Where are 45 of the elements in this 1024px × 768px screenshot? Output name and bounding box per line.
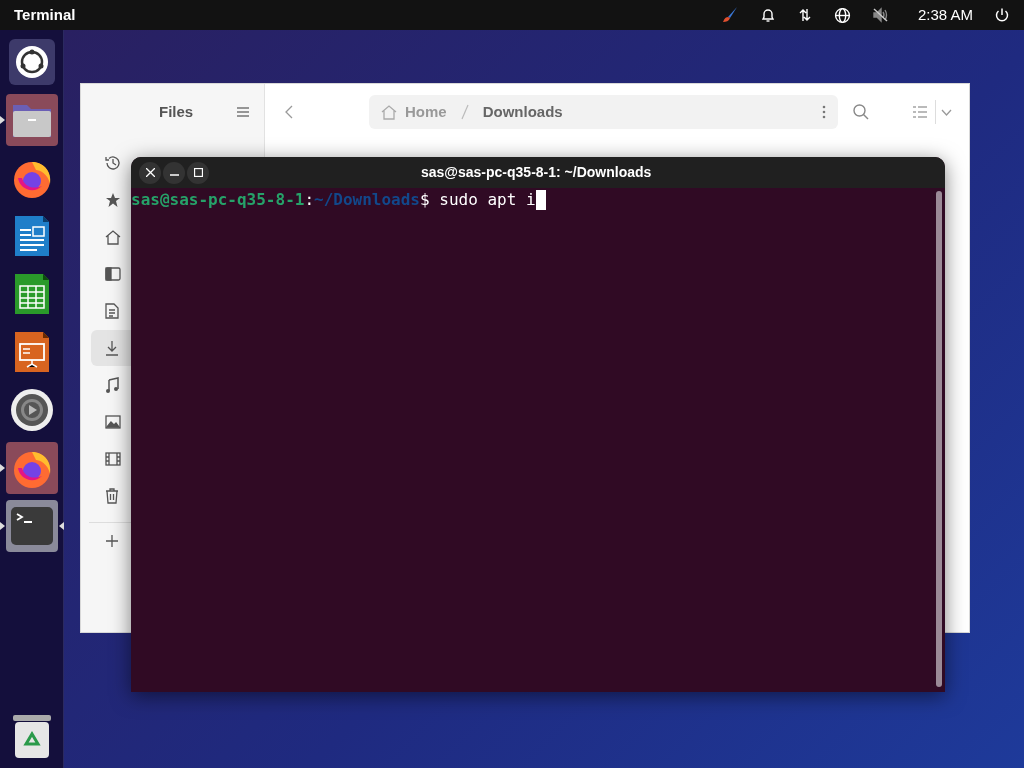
trash-icon: [105, 488, 119, 504]
back-icon[interactable]: [285, 105, 293, 119]
text-cursor: [535, 190, 546, 210]
music-note-icon: [105, 377, 119, 393]
slash-icon: [460, 104, 469, 120]
download-icon: [105, 340, 119, 356]
dock-item[interactable]: [5, 442, 58, 494]
globe-icon[interactable]: [833, 6, 851, 24]
app-name[interactable]: Terminal: [14, 3, 76, 27]
star-icon: [105, 192, 121, 208]
terminal-icon: [9, 506, 54, 546]
sidebar-item[interactable]: [91, 330, 131, 366]
bell-icon[interactable]: [759, 7, 776, 23]
power-icon[interactable]: [994, 7, 1010, 23]
gear-icon: [9, 388, 54, 432]
home-icon: [381, 104, 397, 120]
scrollbar[interactable]: [936, 191, 942, 687]
terminal-title: sas@sas-pc-q35-8-1: ~/Downloads: [421, 163, 652, 182]
minimize-button[interactable]: [163, 161, 185, 184]
more-icon[interactable]: [822, 105, 826, 119]
maximize-button[interactable]: [187, 161, 209, 184]
files-title: Files: [159, 101, 194, 122]
home-icon: [105, 229, 121, 245]
terminal-line: sas@sas-pc-q35-8-1:~/Downloads$ sudo apt i: [131, 188, 945, 210]
spreadsheet-icon: [12, 272, 51, 316]
ubuntu-logo-icon: [8, 39, 55, 85]
close-button[interactable]: [139, 161, 161, 184]
search-icon[interactable]: [853, 104, 869, 120]
dock-item[interactable]: [5, 94, 58, 146]
film-icon: [105, 452, 121, 466]
path-segment[interactable]: Downloads: [482, 100, 563, 124]
presentation-icon: [12, 330, 51, 374]
close-icon: [145, 168, 155, 177]
menu-icon[interactable]: [237, 107, 249, 117]
document-icon: [105, 303, 119, 319]
recycle-bin-icon[interactable]: [12, 714, 52, 760]
desktop-icon: [105, 267, 121, 281]
clock[interactable]: 2:38 AM: [917, 3, 973, 27]
picture-icon: [105, 415, 121, 429]
maximize-icon: [193, 168, 203, 177]
add-icon[interactable]: [106, 535, 118, 547]
caret-icon[interactable]: [941, 108, 952, 116]
clock-icon: [105, 155, 121, 171]
muted-speaker-icon[interactable]: [871, 7, 889, 23]
document-icon: [12, 214, 51, 258]
